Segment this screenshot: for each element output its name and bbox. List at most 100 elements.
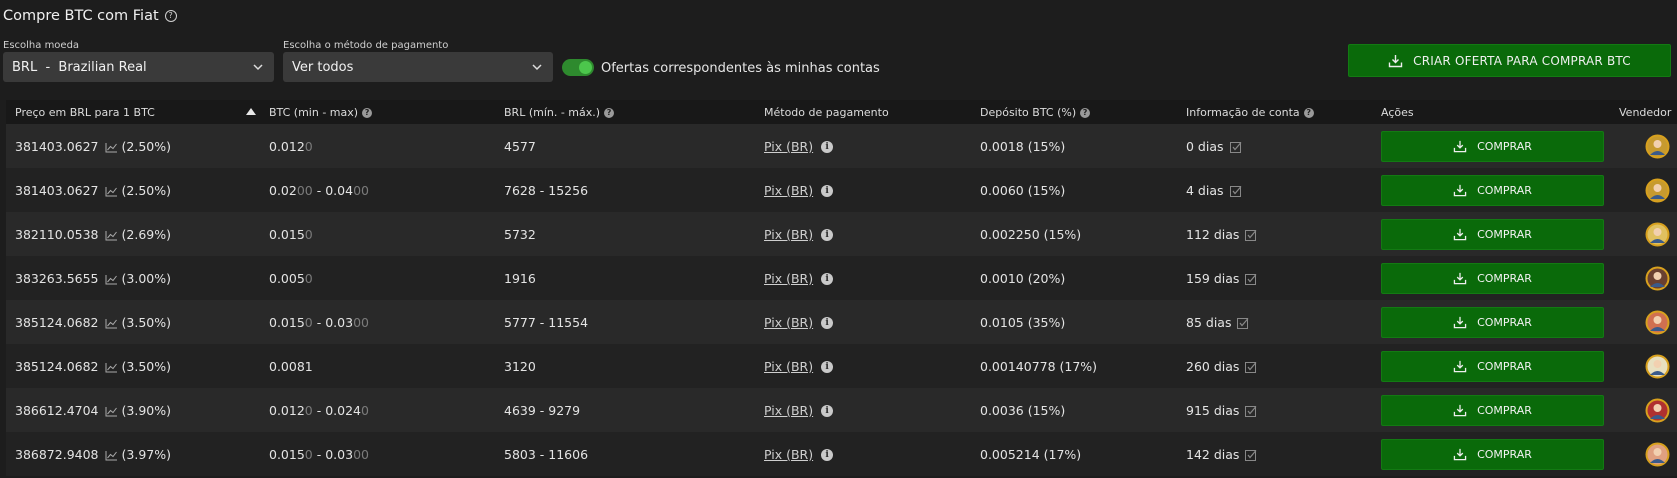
account-age: 142 dias xyxy=(1186,446,1240,462)
info-icon[interactable]: i xyxy=(821,185,834,197)
deposit-cell: 0.005214 (17%) xyxy=(971,432,1177,476)
info-icon[interactable]: i xyxy=(821,229,834,241)
info-icon[interactable]: i xyxy=(821,273,834,285)
brl-range-cell: 5803 - 11606 xyxy=(495,432,755,476)
chart-icon[interactable] xyxy=(105,406,118,417)
buy-button[interactable]: COMPRAR xyxy=(1381,306,1604,338)
seller-avatar[interactable] xyxy=(1645,178,1670,203)
create-offer-button[interactable]: CRIAR OFERTA PARA COMPRAR BTC xyxy=(1348,44,1671,77)
brl-range: 5803 - 11606 xyxy=(504,446,589,462)
buy-button-label: COMPRAR xyxy=(1477,403,1532,417)
seller-avatar[interactable] xyxy=(1645,398,1670,423)
col-header-btc[interactable]: BTC (min - max)? xyxy=(260,100,495,124)
seller-avatar[interactable] xyxy=(1645,442,1670,467)
buy-button[interactable]: COMPRAR xyxy=(1381,438,1604,470)
method-cell: Pix (BR) i xyxy=(755,344,971,388)
payment-method-link[interactable]: Pix (BR) xyxy=(764,359,813,374)
method-cell: Pix (BR) i xyxy=(755,388,971,432)
buy-button[interactable]: COMPRAR xyxy=(1381,394,1604,426)
seller-avatar[interactable] xyxy=(1645,310,1670,335)
info-icon[interactable]: i xyxy=(821,405,834,417)
payment-method-link[interactable]: Pix (BR) xyxy=(764,271,813,286)
account-cell: 0 dias xyxy=(1177,124,1372,168)
payment-method-link[interactable]: Pix (BR) xyxy=(764,315,813,330)
sort-asc-icon xyxy=(246,108,256,115)
account-cell: 112 dias xyxy=(1177,212,1372,256)
payment-method-link[interactable]: Pix (BR) xyxy=(764,139,813,154)
col-account-label: Informação de conta xyxy=(1186,105,1300,119)
btc-range-separator: - xyxy=(312,402,326,418)
account-age: 0 dias xyxy=(1186,138,1224,154)
table-row: 382110.0538 (2.69%) 0.0150 5732 Pix (BR) i… xyxy=(6,212,1677,256)
buy-button[interactable]: COMPRAR xyxy=(1381,262,1604,294)
payment-method-link[interactable]: Pix (BR) xyxy=(764,227,813,242)
col-header-deposit[interactable]: Depósito BTC (%)? xyxy=(971,100,1177,124)
chart-icon[interactable] xyxy=(105,450,118,461)
currency-select[interactable]: BRL - Brazilian Real xyxy=(3,52,274,82)
btc-range-cell: 0.0081 xyxy=(260,344,495,388)
toggle-knob xyxy=(579,61,592,74)
chart-icon[interactable] xyxy=(105,230,118,241)
deposit-value: 0.005214 (17%) xyxy=(980,446,1082,462)
help-icon[interactable]: ? xyxy=(1303,107,1314,118)
help-icon[interactable]: ? xyxy=(164,10,177,22)
brl-range-cell: 4639 - 9279 xyxy=(495,388,755,432)
col-header-actions: Ações xyxy=(1372,100,1610,124)
buy-button[interactable]: COMPRAR xyxy=(1381,218,1604,250)
currency-value: BRL - Brazilian Real xyxy=(12,59,147,75)
payment-select[interactable]: Ver todos xyxy=(283,52,553,82)
matching-offers-toggle[interactable] xyxy=(562,59,594,76)
chart-icon[interactable] xyxy=(105,186,118,197)
account-age: 260 dias xyxy=(1186,358,1240,374)
chart-icon[interactable] xyxy=(105,274,118,285)
buy-button[interactable]: COMPRAR xyxy=(1381,350,1604,382)
info-icon[interactable]: i xyxy=(821,449,834,461)
deposit-value: 0.00140778 (17%) xyxy=(980,358,1098,374)
help-icon[interactable]: ? xyxy=(1080,107,1091,118)
help-icon[interactable]: ? xyxy=(604,107,615,118)
buy-button[interactable]: COMPRAR xyxy=(1381,174,1604,206)
help-icon[interactable]: ? xyxy=(362,107,373,118)
seller-avatar[interactable] xyxy=(1645,266,1670,291)
btc-range-cell: 0.0050 xyxy=(260,256,495,300)
btc-min: 0.012 xyxy=(269,402,305,418)
col-brl-label: BRL (mín. - máx.) xyxy=(504,105,601,119)
price-cell: 386872.9408 (3.97%) xyxy=(6,432,260,476)
payment-method-link[interactable]: Pix (BR) xyxy=(764,447,813,462)
table-row: 386612.4704 (3.90%) 0.0120 - 0.0240 4639 … xyxy=(6,388,1677,432)
seller-avatar[interactable] xyxy=(1645,222,1670,247)
chart-icon[interactable] xyxy=(105,318,118,329)
btc-min: 0.005 xyxy=(269,270,305,286)
price-cell: 383263.5655 (3.00%) xyxy=(6,256,260,300)
chart-icon[interactable] xyxy=(105,362,118,373)
method-cell: Pix (BR) i xyxy=(755,300,971,344)
btc-min-trailing: 00 xyxy=(296,182,313,198)
buy-button[interactable]: COMPRAR xyxy=(1381,130,1604,162)
seller-avatar[interactable] xyxy=(1645,134,1670,159)
info-icon[interactable]: i xyxy=(821,317,834,329)
info-icon[interactable]: i xyxy=(821,141,834,153)
btc-range-cell: 0.0200 - 0.0400 xyxy=(260,168,495,212)
price-value: 386872.9408 xyxy=(15,446,99,462)
deposit-value: 0.002250 (15%) xyxy=(980,226,1082,242)
brl-range: 4577 xyxy=(504,138,536,154)
btc-min-trailing: 0 xyxy=(304,270,313,286)
btc-max-trailing: 0 xyxy=(361,402,369,418)
action-cell: COMPRAR xyxy=(1372,432,1610,476)
col-header-account[interactable]: Informação de conta? xyxy=(1177,100,1372,124)
btc-min: 0.012 xyxy=(269,138,305,154)
info-icon[interactable]: i xyxy=(821,361,834,373)
chart-icon[interactable] xyxy=(105,142,118,153)
col-header-brl[interactable]: BRL (mín. - máx.)? xyxy=(495,100,755,124)
col-header-method[interactable]: Método de pagamento xyxy=(755,100,971,124)
account-age: 112 dias xyxy=(1186,226,1240,242)
seller-cell xyxy=(1610,432,1677,476)
account-age: 4 dias xyxy=(1186,182,1224,198)
brl-range: 5732 xyxy=(504,226,536,242)
col-header-price[interactable]: Preço em BRL para 1 BTC xyxy=(6,100,260,124)
price-value: 385124.0682 xyxy=(15,358,99,374)
checkbox-icon xyxy=(1245,230,1257,241)
payment-method-link[interactable]: Pix (BR) xyxy=(764,403,813,418)
seller-avatar[interactable] xyxy=(1645,354,1670,379)
payment-method-link[interactable]: Pix (BR) xyxy=(764,183,813,198)
